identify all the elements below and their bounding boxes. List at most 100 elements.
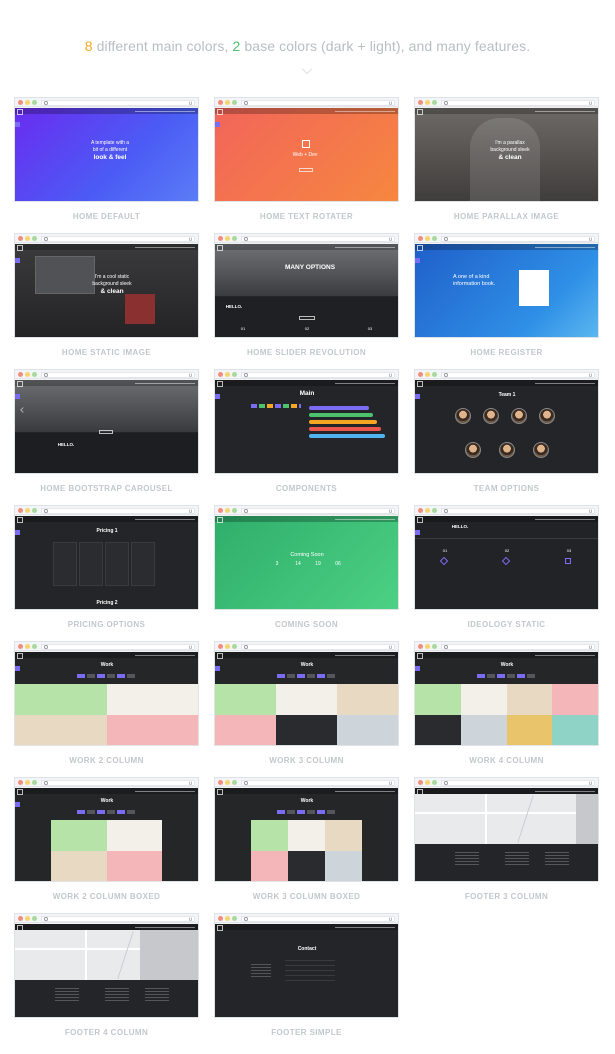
demo-card-home-static-image[interactable]: I'm a cool static background sleek & clean… xyxy=(14,233,199,357)
portfolio-tile[interactable] xyxy=(106,851,162,881)
demo-card-footer-3-column[interactable]: FOOTER 3 COLUMN xyxy=(414,777,599,901)
demo-card-team-options[interactable]: Team 1 TEAM OPTIONS xyxy=(414,369,599,493)
portfolio-tile[interactable] xyxy=(288,851,325,881)
demo-screenshot[interactable]: Work xyxy=(15,652,198,745)
portfolio-tile[interactable] xyxy=(51,851,107,881)
map-area[interactable] xyxy=(415,794,598,844)
settings-tab-icon[interactable] xyxy=(215,394,220,399)
filter-pills[interactable] xyxy=(77,674,137,678)
demo-caption[interactable]: IDEOLOGY STATIC xyxy=(414,620,599,629)
carousel-button[interactable] xyxy=(99,430,113,434)
portfolio-tile[interactable] xyxy=(106,684,198,715)
demo-card-home-bootstrap-carousel[interactable]: HELLO. HOME BOOTSTRAP CAROUSEL xyxy=(14,369,199,493)
portfolio-tile[interactable] xyxy=(506,715,553,745)
demo-screenshot[interactable]: HELLO. xyxy=(15,380,198,473)
portfolio-tile[interactable] xyxy=(276,684,337,715)
portfolio-tile[interactable] xyxy=(251,820,288,851)
demo-screenshot[interactable]: Pricing 1 Pricing 2 xyxy=(15,516,198,609)
portfolio-tile[interactable] xyxy=(506,684,553,715)
portfolio-tile[interactable] xyxy=(337,684,398,715)
demo-card-work-4-column[interactable]: Work WORK 4 COLUMN xyxy=(414,641,599,765)
settings-tab-icon[interactable] xyxy=(15,530,20,535)
demo-caption[interactable]: COMING SOON xyxy=(214,620,399,629)
demo-screenshot[interactable] xyxy=(415,788,598,881)
demo-caption[interactable]: WORK 3 COLUMN xyxy=(214,756,399,765)
demo-screenshot[interactable] xyxy=(15,924,198,1017)
portfolio-tile[interactable] xyxy=(276,715,337,745)
portfolio-tile[interactable] xyxy=(460,715,507,745)
filter-pills[interactable] xyxy=(277,674,337,678)
filter-pills[interactable] xyxy=(277,810,337,814)
demo-screenshot[interactable]: I'm a cool static background sleek & clean xyxy=(15,244,198,337)
demo-card-footer-4-column[interactable]: FOOTER 4 COLUMN xyxy=(14,913,199,1037)
demo-caption[interactable]: FOOTER 4 COLUMN xyxy=(14,1028,199,1037)
demo-card-work-3-column-boxed[interactable]: Work WORK 3 COLUMN BOXED xyxy=(214,777,399,901)
settings-tab-icon[interactable] xyxy=(15,802,20,807)
portfolio-tile[interactable] xyxy=(325,820,362,851)
demo-screenshot[interactable]: Coming Soon 3 14 19 06 xyxy=(215,516,398,609)
portfolio-tile[interactable] xyxy=(251,851,288,881)
demo-caption[interactable]: FOOTER 3 COLUMN xyxy=(414,892,599,901)
settings-tab-icon[interactable] xyxy=(15,258,20,263)
demo-caption[interactable]: WORK 2 COLUMN xyxy=(14,756,199,765)
portfolio-tile[interactable] xyxy=(215,684,276,715)
demo-caption[interactable]: WORK 4 COLUMN xyxy=(414,756,599,765)
demo-screenshot[interactable]: Main xyxy=(215,380,398,473)
demo-caption[interactable]: HOME REGISTER xyxy=(414,348,599,357)
portfolio-tile[interactable] xyxy=(460,684,507,715)
demo-card-ideology-static[interactable]: HELLO. 01 02 03 IDEOLOGY STATIC xyxy=(414,505,599,629)
portfolio-tile[interactable] xyxy=(337,715,398,745)
demo-screenshot[interactable]: A template with a bit of a different look … xyxy=(15,108,198,201)
demo-card-work-2-column-boxed[interactable]: Work WORK 2 COLUMN BOXED xyxy=(14,777,199,901)
register-form[interactable] xyxy=(519,270,549,306)
demo-caption[interactable]: WORK 3 COLUMN BOXED xyxy=(214,892,399,901)
settings-tab-icon[interactable] xyxy=(15,394,20,399)
settings-tab-icon[interactable] xyxy=(415,530,420,535)
demo-caption[interactable]: HOME STATIC IMAGE xyxy=(14,348,199,357)
portfolio-tile[interactable] xyxy=(415,715,461,745)
settings-tab-icon[interactable] xyxy=(415,666,420,671)
portfolio-tile[interactable] xyxy=(288,820,325,851)
portfolio-tile[interactable] xyxy=(325,851,362,881)
portfolio-tile[interactable] xyxy=(215,715,276,745)
portfolio-tile[interactable] xyxy=(51,820,107,851)
demo-card-home-register[interactable]: A one of a kind information book. HOME REG… xyxy=(414,233,599,357)
demo-screenshot[interactable]: I'm a parallax background sleek & clean xyxy=(415,108,598,201)
demo-card-home-default[interactable]: A template with a bit of a different look … xyxy=(14,97,199,221)
demo-caption[interactable]: COMPONENTS xyxy=(214,484,399,493)
filter-pills[interactable] xyxy=(477,674,537,678)
demo-card-work-3-column[interactable]: Work WORK 3 COLUMN xyxy=(214,641,399,765)
demo-caption[interactable]: PRICING OPTIONS xyxy=(14,620,199,629)
hero-button[interactable] xyxy=(299,168,313,172)
demo-screenshot[interactable]: Team 1 xyxy=(415,380,598,473)
demo-caption[interactable]: HOME BOOTSTRAP CAROUSEL xyxy=(14,484,199,493)
portfolio-tile[interactable] xyxy=(552,684,598,715)
demo-screenshot[interactable]: Contact xyxy=(215,924,398,1017)
demo-caption[interactable]: HOME SLIDER REVOLUTION xyxy=(214,348,399,357)
settings-tab-icon[interactable] xyxy=(215,122,220,127)
demo-card-coming-soon[interactable]: Coming Soon 3 14 19 06 COMING SOON xyxy=(214,505,399,629)
demo-caption[interactable]: HOME PARALLAX IMAGE xyxy=(414,212,599,221)
portfolio-tile[interactable] xyxy=(15,684,107,715)
demo-card-home-parallax-image[interactable]: I'm a parallax background sleek & clean HOM… xyxy=(414,97,599,221)
demo-screenshot[interactable]: A one of a kind information book. xyxy=(415,244,598,337)
slider-button[interactable] xyxy=(299,316,315,320)
demo-caption[interactable]: FOOTER SIMPLE xyxy=(214,1028,399,1037)
demo-card-components[interactable]: Main COMPONENTS xyxy=(214,369,399,493)
settings-tab-icon[interactable] xyxy=(15,122,20,127)
demo-screenshot[interactable]: MANY OPTIONS HELLO. 01 02 03 xyxy=(215,244,398,337)
portfolio-tile[interactable] xyxy=(552,715,598,745)
demo-card-home-slider-revolution[interactable]: MANY OPTIONS HELLO. 01 02 03 HOME SLIDER REVO… xyxy=(214,233,399,357)
demo-caption[interactable]: HOME DEFAULT xyxy=(14,212,199,221)
demo-screenshot[interactable]: Work xyxy=(215,652,398,745)
settings-tab-icon[interactable] xyxy=(215,666,220,671)
demo-caption[interactable]: WORK 2 COLUMN BOXED xyxy=(14,892,199,901)
portfolio-tile[interactable] xyxy=(106,715,198,745)
demo-card-pricing-options[interactable]: Pricing 1 Pricing 2 PRICING OPTIONS xyxy=(14,505,199,629)
contact-form[interactable] xyxy=(285,960,335,982)
settings-tab-icon[interactable] xyxy=(415,394,420,399)
demo-screenshot[interactable]: Work xyxy=(415,652,598,745)
settings-tab-icon[interactable] xyxy=(415,258,420,263)
demo-card-work-2-column[interactable]: Work WORK 2 COLUMN xyxy=(14,641,199,765)
settings-tab-icon[interactable] xyxy=(15,666,20,671)
